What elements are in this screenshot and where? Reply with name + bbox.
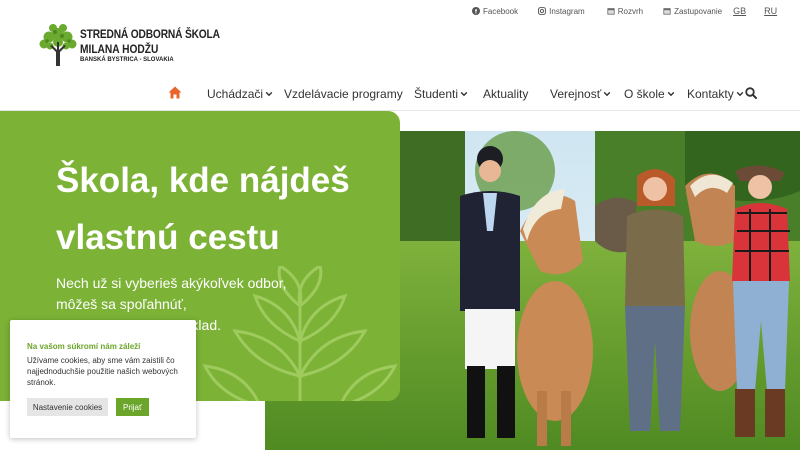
facebook-label: Facebook bbox=[483, 6, 519, 16]
rozvrh-label: Rozvrh bbox=[617, 6, 644, 16]
calendar-icon bbox=[607, 8, 615, 15]
top-utility-links: f Facebook Instagram Rozvrh Zastupovanie… bbox=[472, 6, 777, 16]
instagram-label: Instagram bbox=[549, 6, 585, 16]
search-icon[interactable] bbox=[745, 87, 757, 99]
nav-item-aktuality[interactable]: Aktuality bbox=[483, 87, 528, 101]
nav-label: Aktuality bbox=[483, 87, 529, 101]
nav-item-uchadzaci[interactable]: Uchádzači bbox=[207, 87, 273, 101]
lang-gb-link[interactable]: GB bbox=[733, 6, 746, 16]
hero-subtitle-line1: Nech už si vyberieš akýkoľvek odbor, bbox=[56, 275, 287, 291]
cookie-settings-button[interactable]: Nastavenie cookies bbox=[27, 398, 108, 416]
calendar-icon bbox=[663, 8, 671, 15]
nav-item-studenti[interactable]: Študenti bbox=[414, 87, 468, 101]
cookie-title: Na vašom súkromí nám záleží bbox=[27, 342, 141, 351]
hero-title-line2: vlastnú cestu bbox=[56, 218, 280, 257]
lang-ru-link[interactable]: RU bbox=[764, 6, 777, 16]
nav-item-kontakty[interactable]: Kontakty bbox=[687, 87, 744, 101]
nav-label: Uchádzači bbox=[207, 87, 264, 101]
zastupovanie-link[interactable]: Zastupovanie bbox=[663, 7, 722, 16]
hero-subtitle-line2: môžeš sa spoľahnúť, bbox=[56, 296, 187, 312]
facebook-link[interactable]: f Facebook bbox=[472, 7, 518, 16]
chevron-down-icon bbox=[460, 91, 468, 97]
cookie-text: Užívame cookies, aby sme vám zaistili čo… bbox=[27, 356, 178, 387]
nav-item-o-skole[interactable]: O škole bbox=[624, 87, 675, 101]
rozvrh-link[interactable]: Rozvrh bbox=[607, 7, 643, 16]
nav-label: O škole bbox=[624, 87, 665, 101]
cookie-notice: Na vašom súkromí nám záleží Užívame cook… bbox=[10, 320, 196, 438]
nav-label: Kontakty bbox=[687, 87, 734, 101]
nav-label: Verejnosť bbox=[550, 87, 602, 101]
tree-logo-icon bbox=[39, 24, 77, 66]
hero-title-line1: Škola, kde nájdeš bbox=[56, 161, 350, 200]
instagram-link[interactable]: Instagram bbox=[538, 7, 585, 16]
chevron-down-icon bbox=[265, 91, 273, 97]
chevron-down-icon bbox=[603, 91, 611, 97]
logo-subtitle: BANSKÁ BYSTRICA - SLOVAKIA bbox=[80, 57, 174, 63]
nav-item-verejnost[interactable]: Verejnosť bbox=[550, 87, 611, 101]
chevron-down-icon bbox=[667, 91, 674, 97]
cookie-accept-button[interactable]: Prijať bbox=[116, 398, 149, 416]
zastupovanie-label: Zastupovanie bbox=[674, 6, 723, 16]
nav-label: Vzdelávacie programy bbox=[284, 87, 403, 101]
logo-title-line1: STREDNÁ ODBORNÁ ŠKOLA bbox=[80, 27, 220, 41]
chevron-down-icon bbox=[736, 91, 744, 97]
nav-item-vzdelavacie-programy[interactable]: Vzdelávacie programy bbox=[284, 87, 403, 101]
instagram-icon bbox=[538, 7, 547, 15]
facebook-icon: f bbox=[472, 7, 480, 15]
home-icon[interactable] bbox=[168, 86, 182, 99]
logo-title-line2: MILANA HODŽU bbox=[80, 42, 159, 56]
nav-label: Študenti bbox=[414, 87, 459, 101]
